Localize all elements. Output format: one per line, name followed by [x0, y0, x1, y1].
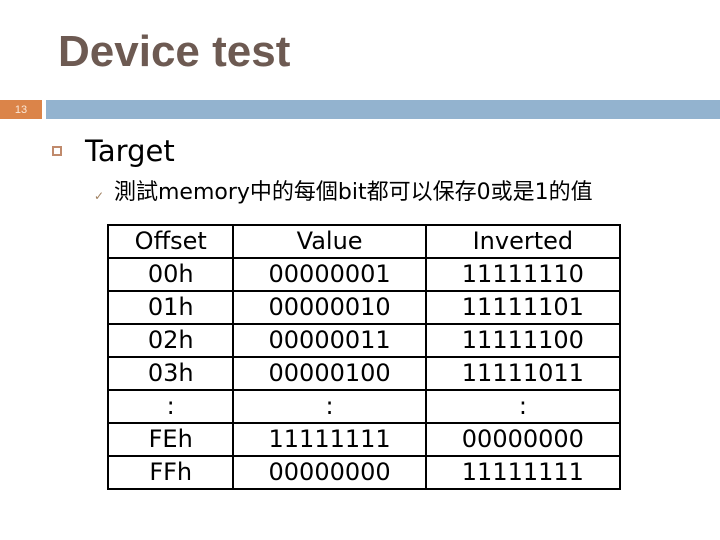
bullet-level1-text: Target [85, 134, 175, 168]
table-row: 00h 00000001 11111110 [106, 257, 622, 292]
value-cell: 11111111 [232, 422, 427, 457]
table-row: 01h 00000010 11111101 [106, 290, 622, 325]
offset-cell: 00h [106, 257, 235, 292]
value-cell: : [232, 389, 427, 424]
value-cell: 00000100 [232, 356, 427, 391]
hollow-square-bullet-icon [52, 146, 62, 156]
table-row: 02h 00000011 11111100 [106, 323, 622, 358]
inverted-cell: 11111111 [424, 455, 622, 490]
table-row: FEh 11111111 00000000 [106, 422, 622, 457]
checkmark-bullet-icon: ✓ [94, 189, 105, 203]
slide-title: Device test [58, 27, 291, 76]
offset-cell: 03h [106, 356, 235, 391]
inverted-cell: 11111101 [424, 290, 622, 325]
value-cell: 00000001 [232, 257, 427, 292]
table-row-ellipsis: : : : [106, 389, 622, 424]
header-offset: Offset [106, 224, 235, 259]
value-cell: 00000000 [232, 455, 427, 490]
value-cell: 00000010 [232, 290, 427, 325]
offset-cell: : [106, 389, 235, 424]
offset-cell: FEh [106, 422, 235, 457]
inverted-cell: : [424, 389, 622, 424]
inverted-cell: 00000000 [424, 422, 622, 457]
memory-test-table: Offset Value Inverted 00h 00000001 11111… [106, 224, 622, 490]
table-row: FFh 00000000 11111111 [106, 455, 622, 490]
header-bar [46, 100, 720, 119]
inverted-cell: 11111110 [424, 257, 622, 292]
inverted-cell: 11111100 [424, 323, 622, 358]
header-value: Value [232, 224, 427, 259]
inverted-cell: 11111011 [424, 356, 622, 391]
slide-number: 13 [0, 100, 42, 119]
offset-cell: 01h [106, 290, 235, 325]
table-row: 03h 00000100 11111011 [106, 356, 622, 391]
offset-cell: 02h [106, 323, 235, 358]
value-cell: 00000011 [232, 323, 427, 358]
table-header-row: Offset Value Inverted [106, 224, 622, 259]
bullet-level2-text: 測試memory中的每個bit都可以保存0或是1的值 [114, 180, 593, 205]
offset-cell: FFh [106, 455, 235, 490]
header-inverted: Inverted [424, 224, 622, 259]
